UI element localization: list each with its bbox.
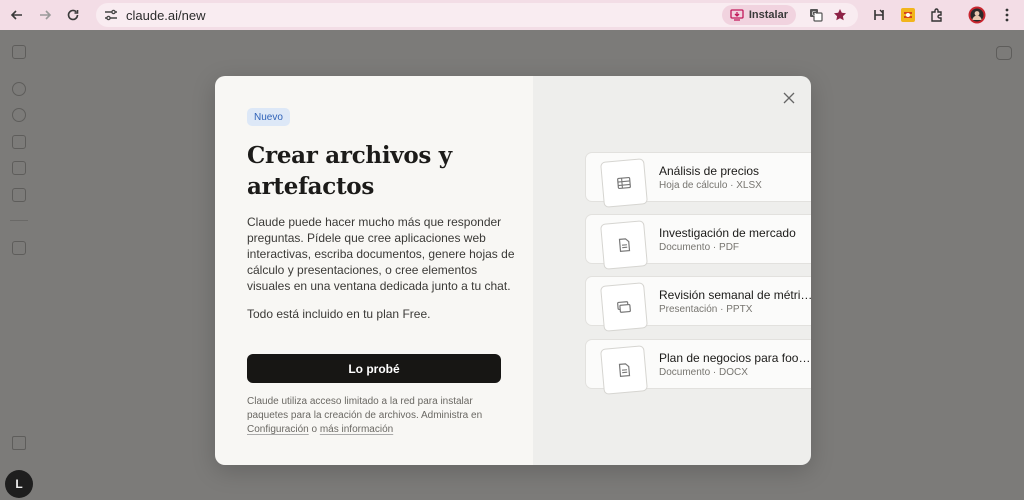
document-icon <box>600 345 648 395</box>
new-badge: Nuevo <box>247 108 290 126</box>
address-bar[interactable]: claude.ai/new Instalar G <box>96 3 858 27</box>
arrow-left-icon <box>10 10 22 20</box>
site-settings-icon[interactable] <box>102 6 120 24</box>
file-card: Plan de negocios para food… Documento · … <box>585 339 811 395</box>
file-name: Revisión semanal de métricas <box>659 288 811 302</box>
learn-more-link[interactable]: más información <box>320 424 393 435</box>
browser-menu-icon[interactable] <box>998 6 1016 24</box>
extensions-puzzle-icon[interactable] <box>928 6 946 24</box>
file-name: Análisis de precios <box>659 164 760 178</box>
file-type: Documento · PDF <box>659 242 740 253</box>
reload-icon <box>67 9 79 21</box>
rail-divider <box>10 220 28 221</box>
plan-included-text: Todo está incluido en tu plan Free. <box>247 307 431 321</box>
extension-h-icon[interactable] <box>870 6 888 24</box>
bookmark-star-icon[interactable] <box>832 7 848 23</box>
file-card: Revisión semanal de métricas Presentació… <box>585 276 811 332</box>
file-previews-panel: Análisis de precios Hoja de cálculo · XL… <box>533 76 811 465</box>
network-note: Claude utiliza acceso limitado a la red … <box>247 395 515 437</box>
presentation-icon <box>600 282 648 332</box>
projects-icon[interactable] <box>12 161 26 175</box>
note-connector: o <box>308 424 320 435</box>
settings-link[interactable]: Configuración <box>247 424 309 435</box>
modal-description: Claude puede hacer mucho más que respond… <box>247 215 515 293</box>
chats-icon[interactable] <box>12 135 26 149</box>
search-icon[interactable] <box>12 108 26 122</box>
forward-button[interactable] <box>34 4 56 26</box>
document-icon <box>600 220 648 270</box>
new-chat-icon[interactable] <box>12 82 26 96</box>
close-icon <box>783 92 795 104</box>
note-text: Claude utiliza acceso limitado a la red … <box>247 396 483 421</box>
new-feature-modal: Nuevo Crear archivos y artefactos Claude… <box>215 76 811 465</box>
browser-toolbar: claude.ai/new Instalar G <box>0 0 1024 30</box>
svg-text:G: G <box>812 10 817 17</box>
tried-it-button[interactable]: Lo probé <box>247 354 501 383</box>
file-type: Hoja de cálculo · XLSX <box>659 180 762 191</box>
file-name: Investigación de mercado <box>659 226 796 240</box>
arrow-right-icon <box>40 10 52 20</box>
install-icon <box>730 9 744 21</box>
file-type: Documento · DOCX <box>659 367 748 378</box>
back-button[interactable] <box>6 4 28 26</box>
close-button[interactable] <box>781 90 797 106</box>
profile-avatar[interactable] <box>968 6 986 24</box>
modal-title: Crear archivos y artefactos <box>247 142 452 200</box>
sidebar-toggle-icon[interactable] <box>12 45 26 59</box>
url-text[interactable]: claude.ai/new <box>126 8 206 23</box>
install-app-button[interactable]: Instalar <box>721 5 796 25</box>
reload-button[interactable] <box>62 4 84 26</box>
modal-content: Nuevo Crear archivos y artefactos Claude… <box>215 76 533 465</box>
install-label: Instalar <box>748 9 788 21</box>
code-icon[interactable] <box>12 241 26 255</box>
spreadsheet-icon <box>600 158 648 208</box>
user-avatar[interactable]: L <box>5 470 33 498</box>
file-type: Presentación · PPTX <box>659 304 753 315</box>
extension-color-icon[interactable] <box>899 6 917 24</box>
incognito-icon[interactable] <box>996 46 1012 60</box>
artifacts-icon[interactable] <box>12 188 26 202</box>
file-card: Investigación de mercado Documento · PDF <box>585 214 811 270</box>
file-card: Análisis de precios Hoja de cálculo · XL… <box>585 152 811 208</box>
download-icon[interactable] <box>12 436 26 450</box>
translate-icon[interactable]: G <box>808 7 824 23</box>
file-name: Plan de negocios para food… <box>659 351 811 365</box>
